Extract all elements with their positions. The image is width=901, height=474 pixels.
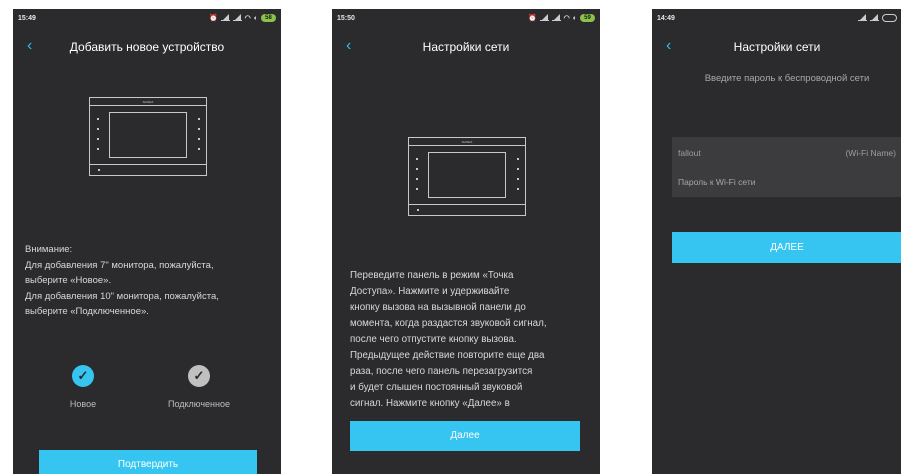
monitor-illustration: SLINEX — [408, 137, 526, 216]
confirm-button[interactable]: Подтвердить — [39, 450, 257, 474]
sync-icon: ◐ — [253, 14, 258, 22]
next-button[interactable]: Далее — [350, 421, 580, 451]
ssid-field[interactable]: fallout (Wi-Fi Name) — [672, 137, 901, 168]
page-title: Настройки сети — [422, 40, 510, 54]
next-button[interactable]: ДАЛЕЕ — [672, 232, 901, 263]
check-circle-icon[interactable]: ✓ — [188, 365, 210, 387]
notice-text: Внимание: Для добавления 7" монитора, по… — [25, 244, 219, 317]
title-bar: ‹ Добавить новое устройство — [13, 27, 281, 67]
chevron-left-icon[interactable]: ‹ — [346, 38, 351, 54]
password-field[interactable] — [672, 166, 901, 197]
page-title: Настройки сети — [733, 40, 821, 54]
status-bar: 15:50 ⏰ ◠ ◐ 59 — [332, 9, 600, 27]
alarm-icon: ⏰ — [208, 15, 218, 22]
chevron-left-icon[interactable]: ‹ — [27, 38, 32, 54]
status-bar: 14:49 — [652, 9, 901, 27]
title-bar: ‹ Настройки сети — [652, 27, 901, 67]
status-bar: 15:49 ⏰ ◠ ◐ 58 — [13, 9, 281, 27]
title-bar: ‹ Настройки сети — [332, 27, 600, 67]
sync-icon: ◐ — [572, 14, 577, 22]
wifi-icon: ◠ — [244, 15, 251, 22]
battery-icon: 59 — [580, 14, 595, 22]
phone-screen-add-device: 15:49 ⏰ ◠ ◐ 58 ‹ Добавить новое устройст… — [13, 9, 281, 474]
status-time: 15:49 — [18, 14, 36, 22]
page-title: Добавить новое устройство — [69, 40, 225, 54]
monitor-screen — [109, 112, 187, 158]
password-prompt: Введите пароль к беспроводной сети — [704, 73, 870, 84]
wifi-icon: ◠ — [563, 15, 570, 22]
instruction-text: Переведите панель в режим «Точка Доступа… — [350, 270, 547, 409]
ssid-hint: (Wi-Fi Name) — [845, 147, 896, 158]
status-time: 15:50 — [337, 14, 355, 22]
chevron-left-icon[interactable]: ‹ — [666, 38, 671, 54]
option-new[interactable]: ✓ Новое — [38, 365, 128, 409]
monitor-illustration: SLINEX — [89, 97, 207, 176]
signal-icon — [858, 14, 867, 21]
battery-icon: 58 — [261, 14, 276, 22]
alarm-icon: ⏰ — [527, 15, 537, 22]
signal-icon — [551, 14, 561, 21]
check-circle-icon[interactable]: ✓ — [72, 365, 94, 387]
monitor-brand: SLINEX — [461, 140, 473, 144]
signal-icon — [870, 14, 879, 21]
signal-icon — [220, 14, 230, 21]
signal-icon — [539, 14, 549, 21]
monitor-brand: SLINEX — [142, 100, 154, 104]
battery-icon — [882, 14, 897, 22]
ssid-value: fallout — [678, 147, 701, 158]
monitor-screen — [428, 152, 506, 198]
phone-screen-wifi-password: 14:49 ‹ Настройки сети Введите пароль к … — [652, 9, 901, 474]
phone-screen-network-settings: 15:50 ⏰ ◠ ◐ 59 ‹ Настройки сети SLINEX П… — [332, 9, 600, 474]
option-connected[interactable]: ✓ Подключенное — [154, 365, 244, 409]
password-input[interactable] — [678, 176, 896, 187]
status-time: 14:49 — [657, 14, 675, 22]
signal-icon — [232, 14, 242, 21]
